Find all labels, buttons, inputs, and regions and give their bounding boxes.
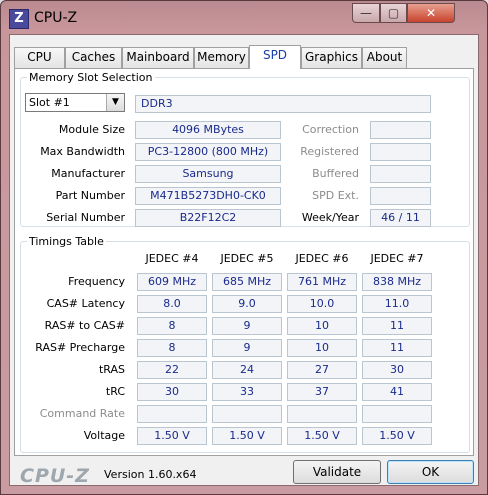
memory-slot-section-title: Memory Slot Selection: [29, 71, 153, 84]
timings-cell: 41: [362, 383, 432, 401]
timings-cell: 10: [287, 339, 357, 357]
timings-cell: 10: [287, 317, 357, 335]
week-year-label: Week/Year: [301, 211, 359, 224]
timings-cell: 761 MHz: [287, 273, 357, 291]
timings-cell: 37: [287, 383, 357, 401]
tab-cpu[interactable]: CPU: [14, 47, 65, 68]
timings-column-header: JEDEC #5: [220, 252, 274, 265]
timings-row-label: RAS# to CAS#: [44, 319, 125, 332]
timings-row-label: Frequency: [68, 275, 125, 288]
week-year-field: 46 / 11: [370, 209, 431, 227]
timings-cell: 8.0: [137, 295, 207, 313]
max-bandwidth-label: Max Bandwidth: [40, 145, 125, 158]
buffered-field: [370, 165, 431, 183]
timings-cell: [362, 405, 432, 423]
tab-spd[interactable]: SPD: [249, 45, 301, 69]
cpu-z-logo: CPU-Z: [20, 465, 90, 487]
memory-type-field: DDR3: [135, 95, 431, 113]
title-bar[interactable]: Z CPU-Z — ▢ ✕: [1, 1, 487, 35]
serial-number-label: Serial Number: [46, 211, 125, 224]
timings-column-header: JEDEC #4: [145, 252, 199, 265]
correction-label: Correction: [302, 123, 359, 136]
version-label: Version 1.60.x64: [104, 468, 197, 481]
timings-cell: 1.50 V: [362, 427, 432, 445]
timings-cell: 609 MHz: [137, 273, 207, 291]
timings-cell: 11.0: [362, 295, 432, 313]
close-button[interactable]: ✕: [407, 3, 455, 23]
timings-cell: 22: [137, 361, 207, 379]
timings-cell: 24: [212, 361, 282, 379]
spd-panel: Memory Slot Selection Slot #1 ▼ DDR3 Mod…: [14, 68, 474, 456]
timings-cell: [137, 405, 207, 423]
max-bandwidth-field: PC3-12800 (800 MHz): [135, 143, 281, 161]
part-number-label: Part Number: [55, 189, 125, 202]
timings-row-label: tRAS: [98, 363, 125, 376]
correction-field: [370, 121, 431, 139]
module-size-field: 4096 MBytes: [135, 121, 281, 139]
timings-cell: 11: [362, 317, 432, 335]
timings-cell: 1.50 V: [287, 427, 357, 445]
timings-cell: 8: [137, 339, 207, 357]
buffered-label: Buffered: [312, 167, 359, 180]
slot-select-value: Slot #1: [29, 96, 70, 109]
validate-button[interactable]: Validate: [293, 460, 381, 484]
app-window: Z CPU-Z — ▢ ✕ CPU Caches Mainboard Memor…: [0, 0, 488, 495]
serial-number-field: B22F12C2: [135, 209, 281, 227]
spd-ext-field: [370, 187, 431, 205]
tab-mainboard[interactable]: Mainboard: [122, 47, 194, 68]
module-size-label: Module Size: [58, 123, 125, 136]
minimize-button[interactable]: —: [352, 3, 380, 23]
timings-cell: 9: [212, 317, 282, 335]
registered-label: Registered: [300, 145, 359, 158]
timings-row-label: CAS# Latency: [46, 297, 125, 310]
tab-caches[interactable]: Caches: [65, 47, 122, 68]
timings-cell: 685 MHz: [212, 273, 282, 291]
timings-cell: 1.50 V: [212, 427, 282, 445]
timings-cell: [212, 405, 282, 423]
timings-cell: 9.0: [212, 295, 282, 313]
timings-cell: 838 MHz: [362, 273, 432, 291]
spd-ext-label: SPD Ext.: [312, 189, 359, 202]
timings-cell: 33: [212, 383, 282, 401]
timings-cell: 30: [137, 383, 207, 401]
timings-cell: 11: [362, 339, 432, 357]
manufacturer-field: Samsung: [135, 165, 281, 183]
tab-memory[interactable]: Memory: [194, 47, 249, 68]
registered-field: [370, 143, 431, 161]
timings-row-label: RAS# Precharge: [35, 341, 125, 354]
timings-row-label: Voltage: [83, 429, 125, 442]
part-number-field: M471B5273DH0-CK0: [135, 187, 281, 205]
tab-graphics[interactable]: Graphics: [301, 47, 362, 68]
timings-column-header: JEDEC #6: [295, 252, 349, 265]
client-area: CPU Caches Mainboard Memory SPD Graphics…: [9, 34, 479, 487]
window-title: CPU-Z: [34, 10, 78, 26]
timings-cell: 10.0: [287, 295, 357, 313]
timings-cell: 30: [362, 361, 432, 379]
maximize-button[interactable]: ▢: [380, 3, 407, 23]
timings-cell: [287, 405, 357, 423]
slot-select[interactable]: Slot #1 ▼: [25, 93, 125, 112]
cpu-z-app-icon: Z: [9, 9, 29, 29]
timings-table-title: Timings Table: [29, 235, 104, 248]
manufacturer-label: Manufacturer: [51, 167, 125, 180]
timings-row-label: tRC: [105, 385, 125, 398]
chevron-down-icon[interactable]: ▼: [106, 94, 124, 111]
tab-about[interactable]: About: [362, 47, 407, 68]
timings-cell: 8: [137, 317, 207, 335]
timings-column-header: JEDEC #7: [370, 252, 424, 265]
timings-cell: 9: [212, 339, 282, 357]
timings-row-label: Command Rate: [39, 407, 125, 420]
timings-cell: 27: [287, 361, 357, 379]
timings-cell: 1.50 V: [137, 427, 207, 445]
ok-button[interactable]: OK: [387, 460, 474, 484]
